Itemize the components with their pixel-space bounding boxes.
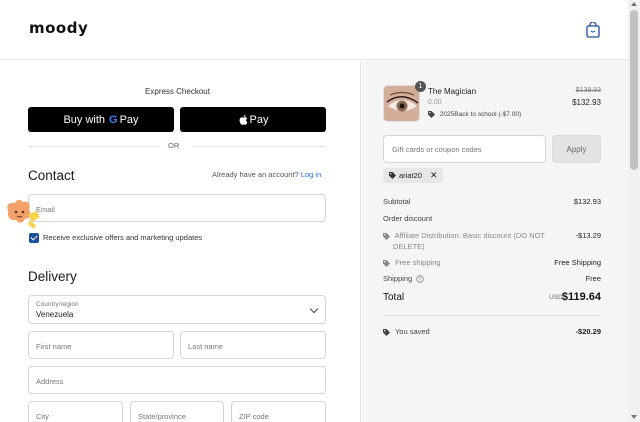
tag-icon bbox=[389, 172, 396, 179]
product-thumbnail bbox=[383, 85, 420, 122]
subtotal-label: Subtotal bbox=[383, 197, 411, 206]
address-field[interactable]: Address bbox=[28, 366, 326, 394]
marketing-checkbox[interactable] bbox=[29, 233, 39, 243]
chevron-down-icon bbox=[309, 304, 319, 314]
checkout-page: moody Express Checkout Buy with G Pay Pa… bbox=[0, 0, 640, 422]
marketing-checkbox-label: Receive exclusive offers and marketing u… bbox=[43, 233, 203, 242]
contact-heading: Contact bbox=[28, 168, 75, 183]
country-select[interactable]: Country/region Venezuela bbox=[28, 295, 326, 324]
checkout-form: Express Checkout Buy with G Pay Pay OR C… bbox=[0, 61, 361, 422]
state-placeholder: State/province bbox=[138, 412, 186, 421]
first-name-field[interactable]: First name bbox=[28, 331, 174, 359]
total-currency: USD bbox=[549, 294, 563, 301]
or-separator: OR bbox=[168, 141, 180, 150]
remove-coupon-icon[interactable]: ✕ bbox=[430, 170, 438, 181]
gpay-label: Pay bbox=[119, 113, 139, 126]
free-shipping-value: Free Shipping bbox=[554, 258, 601, 267]
free-shipping-label: Free shipping bbox=[395, 258, 441, 267]
tag-icon bbox=[383, 328, 390, 336]
shopping-bag-icon[interactable] bbox=[586, 22, 600, 38]
shipping-value: Free bbox=[585, 274, 601, 283]
apple-pay-button[interactable]: Pay bbox=[180, 107, 326, 132]
product-discount: 2025Back to school (-$7.00) bbox=[428, 111, 521, 118]
divider bbox=[383, 315, 601, 316]
savings-row: You saved -$20.29 bbox=[383, 327, 601, 336]
last-name-placeholder: Last name bbox=[188, 342, 224, 351]
country-value: Venezuela bbox=[36, 310, 74, 319]
gpay-prefix: Buy with bbox=[63, 113, 106, 126]
free-shipping-row: Free shipping Free Shipping bbox=[383, 258, 601, 267]
product-variant: 0.00 bbox=[428, 99, 442, 106]
applied-coupon-chip: ariat20 ✕ bbox=[383, 168, 444, 183]
mascot-sticker bbox=[7, 199, 40, 229]
discounted-price: $132.93 bbox=[572, 98, 601, 107]
first-name-placeholder: First name bbox=[36, 342, 72, 351]
scrollbar-thumb[interactable] bbox=[630, 10, 638, 170]
city-placeholder: City bbox=[36, 412, 49, 421]
scrollbar[interactable] bbox=[628, 0, 640, 422]
total-value: $119.64 bbox=[561, 291, 601, 303]
affiliate-discount-row: Affiliate Distribution: Basic discount (… bbox=[383, 231, 601, 251]
divider bbox=[192, 146, 326, 147]
affiliate-label-line2: DELETE) bbox=[393, 242, 425, 251]
header: moody bbox=[0, 0, 628, 60]
order-summary: 1 The Magician 0.00 2025Back to school (… bbox=[362, 61, 628, 422]
tag-icon bbox=[383, 259, 390, 267]
original-price: $139.93 bbox=[575, 87, 601, 94]
delivery-heading: Delivery bbox=[28, 269, 77, 284]
product-image bbox=[384, 86, 419, 121]
address-placeholder: Address bbox=[36, 377, 64, 386]
login-link[interactable]: Log in bbox=[301, 170, 321, 179]
gift-card-placeholder: Gift cards or coupon codes bbox=[392, 145, 482, 154]
quantity-badge: 1 bbox=[415, 81, 426, 92]
city-field[interactable]: City bbox=[28, 401, 123, 422]
zip-placeholder: ZIP code bbox=[239, 412, 269, 421]
zip-field[interactable]: ZIP code bbox=[231, 401, 326, 422]
express-checkout-title: Express Checkout bbox=[145, 87, 210, 96]
total-label: Total bbox=[383, 292, 405, 303]
state-field[interactable]: State/province bbox=[130, 401, 224, 422]
tag-icon bbox=[383, 232, 390, 240]
google-logo-icon: G bbox=[109, 113, 118, 126]
email-field[interactable]: Email bbox=[28, 194, 326, 222]
info-icon[interactable]: ? bbox=[416, 275, 424, 283]
affiliate-value: -$13.29 bbox=[575, 231, 601, 240]
google-pay-button[interactable]: Buy with G Pay bbox=[28, 107, 174, 132]
logo[interactable]: moody bbox=[29, 19, 88, 37]
order-discount-label: Order discount bbox=[383, 214, 433, 223]
apply-button[interactable]: Apply bbox=[552, 135, 601, 163]
saved-value: -$20.29 bbox=[575, 327, 601, 336]
apple-icon bbox=[239, 114, 247, 125]
divider bbox=[28, 146, 160, 147]
saved-label: You saved bbox=[394, 327, 430, 336]
svg-text:?: ? bbox=[419, 277, 422, 283]
tag-icon bbox=[428, 111, 435, 118]
product-name: The Magician bbox=[428, 87, 477, 96]
shipping-label: Shipping bbox=[383, 274, 413, 283]
shipping-row: Shipping ? Free bbox=[383, 274, 601, 283]
last-name-field[interactable]: Last name bbox=[180, 331, 326, 359]
affiliate-label-line1: Affiliate Distribution: Basic discount (… bbox=[394, 231, 546, 240]
gift-card-input[interactable]: Gift cards or coupon codes bbox=[383, 135, 546, 163]
apple-pay-label: Pay bbox=[249, 113, 269, 126]
scroll-up-arrow-icon[interactable] bbox=[631, 2, 637, 6]
coupon-code: ariat20 bbox=[399, 171, 422, 180]
subtotal-row: Subtotal $132.93 bbox=[383, 197, 601, 206]
subtotal-value: $132.93 bbox=[573, 197, 601, 206]
account-prompt: Already have an account? Log in bbox=[212, 170, 322, 179]
order-discount-row: Order discount bbox=[383, 214, 601, 223]
country-label: Country/region bbox=[36, 301, 79, 308]
scroll-down-arrow-icon[interactable] bbox=[631, 415, 637, 419]
